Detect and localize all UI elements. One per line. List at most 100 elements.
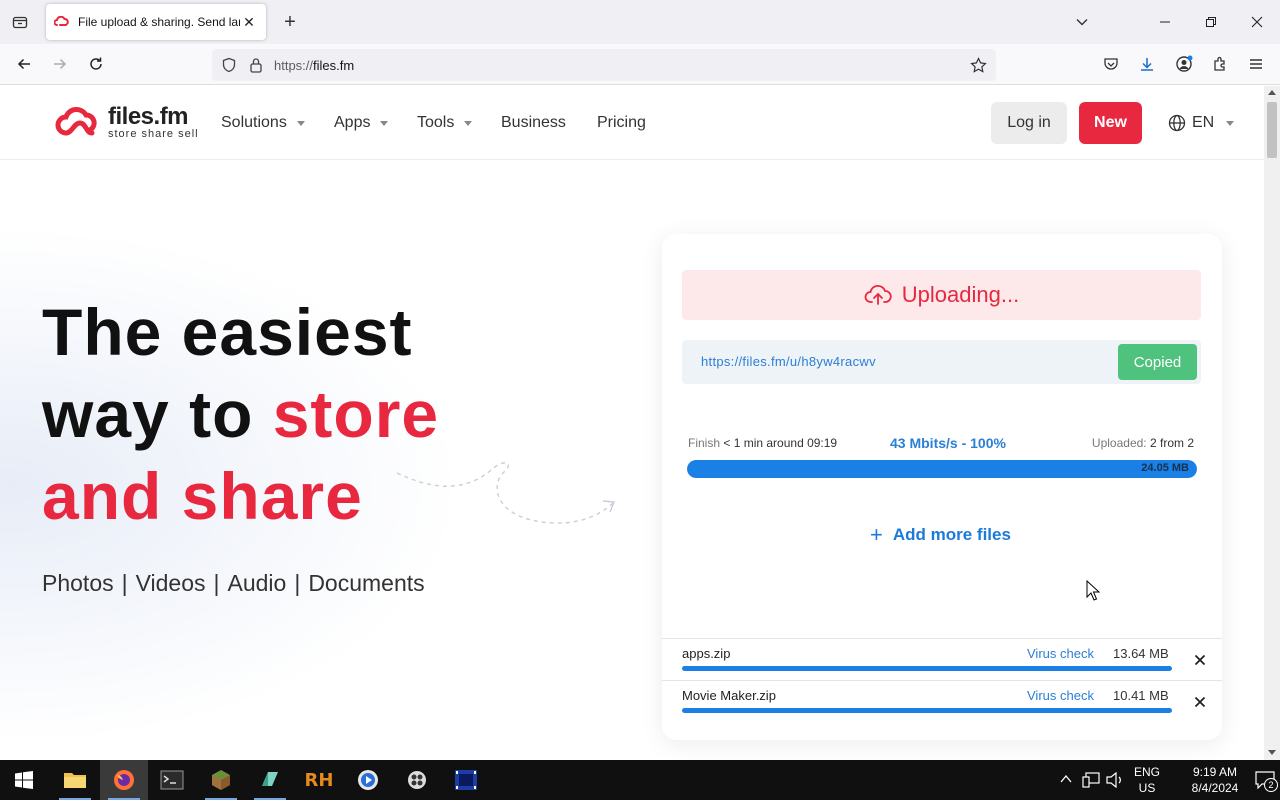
volume-icon[interactable] (1106, 772, 1124, 788)
file-progress-bar (682, 666, 1172, 671)
type-photos: Photos (42, 570, 114, 596)
new-tab-icon[interactable]: + (279, 11, 301, 33)
scroll-down-icon[interactable] (1268, 750, 1276, 756)
hero-line-2: way to store (42, 377, 440, 451)
new-button[interactable]: New (1079, 102, 1142, 144)
upload-status-text: Uploading... (901, 282, 1020, 307)
firefox-icon[interactable] (100, 760, 148, 800)
tab-list-icon[interactable] (8, 10, 32, 34)
browser-nav-bar: https://files.fm (0, 44, 1280, 85)
network-icon[interactable] (1082, 772, 1100, 788)
input-language[interactable]: ENG US (1134, 764, 1160, 796)
back-icon[interactable] (12, 52, 36, 76)
type-videos: Videos (135, 570, 206, 596)
chevron-down-icon (1226, 120, 1235, 126)
chevron-down-icon (464, 120, 473, 126)
notification-badge: 2 (1264, 778, 1278, 792)
share-link-box: https://files.fm/u/h8yw4racwv Copied (682, 340, 1201, 384)
remove-file-icon[interactable] (1192, 694, 1208, 710)
type-audio: Audio (227, 570, 287, 596)
start-windows-icon[interactable] (0, 760, 48, 800)
uploaded-count: Uploaded: 2 from 2 (1091, 436, 1194, 450)
url-text: https://files.fm (274, 57, 355, 73)
remove-file-icon[interactable] (1192, 652, 1208, 668)
file-row: Movie Maker.zip Virus check 10.41 MB (662, 680, 1222, 722)
file-progress-bar (682, 708, 1172, 713)
show-hidden-icons-icon[interactable] (1060, 774, 1072, 784)
video-editor-icon[interactable] (393, 760, 441, 800)
downloads-icon[interactable] (1135, 52, 1159, 76)
hero-line-1: The easiest (42, 295, 413, 369)
plus-icon: + (870, 522, 883, 547)
finish-estimate: Finish < 1 min around 09:19 (688, 436, 838, 450)
upload-card: Uploading... https://files.fm/u/h8yw4rac… (662, 234, 1222, 740)
tab-close-icon[interactable]: ✕ (240, 13, 258, 31)
bookmark-star-icon[interactable] (970, 57, 987, 79)
decorative-dashed-arrow (396, 462, 615, 524)
hero-file-types: Photos | Videos | Audio | Documents (42, 570, 425, 596)
globe-icon (1168, 114, 1186, 132)
terminal-icon[interactable] (148, 760, 196, 800)
share-link[interactable]: https://files.fm/u/h8yw4racwv (701, 354, 876, 369)
pocket-icon[interactable] (1099, 52, 1123, 76)
menu-business[interactable]: Business (501, 114, 566, 132)
menu-tools[interactable]: Tools (417, 114, 473, 132)
list-all-tabs-icon[interactable] (1070, 10, 1094, 34)
extensions-icon[interactable] (1208, 52, 1232, 76)
menu-pricing[interactable]: Pricing (597, 114, 646, 132)
page-scrollbar[interactable] (1264, 86, 1280, 760)
minecraft-block-icon[interactable] (197, 760, 245, 800)
tab-title: File upload & sharing. Send lar (78, 15, 240, 29)
windows-taskbar: RH ENG US 9:19 AM 8/4/2024 2 (0, 760, 1280, 800)
clock[interactable]: 9:19 AM 8/4/2024 (1180, 764, 1250, 796)
reload-icon[interactable] (84, 52, 108, 76)
copy-link-button[interactable]: Copied (1118, 344, 1197, 380)
virus-check-link[interactable]: Virus check (1027, 688, 1094, 703)
hero-line-3: and share (42, 459, 363, 533)
virus-check-link[interactable]: Virus check (1027, 646, 1094, 661)
tracking-protection-shield-icon[interactable] (221, 57, 237, 78)
resource-hacker-icon[interactable]: RH (295, 760, 343, 800)
close-window-icon[interactable] (1245, 10, 1269, 34)
login-button[interactable]: Log in (991, 102, 1067, 144)
menu-apps[interactable]: Apps (334, 114, 389, 132)
file-size: 10.41 MB (1113, 688, 1169, 703)
logo-name: files.fm (108, 103, 189, 130)
cloud-upload-icon (864, 284, 892, 305)
chevron-down-icon (296, 120, 305, 126)
lock-icon[interactable] (249, 57, 263, 78)
file-explorer-icon[interactable] (51, 760, 99, 800)
upload-status-banner: Uploading... (682, 270, 1201, 320)
account-icon[interactable] (1172, 52, 1196, 76)
total-size: 24.05 MB (1141, 462, 1189, 474)
app-tile-icon[interactable] (246, 760, 294, 800)
site-header: files.fm store share sell Solutions Apps… (0, 86, 1264, 160)
site-logo[interactable]: files.fm store share sell (52, 105, 199, 141)
app-menu-icon[interactable] (1244, 52, 1268, 76)
upload-speed: 43 Mbits/s - 100% (890, 435, 1006, 451)
total-progress-bar: 24.05 MB (687, 460, 1197, 478)
file-name: Movie Maker.zip (682, 688, 776, 703)
scrollbar-thumb[interactable] (1267, 102, 1277, 158)
file-row: apps.zip Virus check 13.64 MB (662, 638, 1222, 680)
movie-maker-icon[interactable] (442, 760, 490, 800)
restore-icon[interactable] (1199, 10, 1223, 34)
language-selector[interactable]: EN (1168, 114, 1235, 132)
web-page: files.fm store share sell Solutions Apps… (0, 86, 1264, 760)
clock-time: 9:19 AM (1192, 765, 1238, 779)
media-player-icon[interactable] (344, 760, 392, 800)
forward-icon[interactable] (48, 52, 72, 76)
cloud-logo-icon (55, 107, 97, 136)
notifications-icon[interactable]: 2 (1250, 760, 1280, 800)
address-bar[interactable]: https://files.fm (212, 49, 996, 81)
language-code: EN (1192, 114, 1215, 131)
scroll-up-icon[interactable] (1268, 89, 1276, 95)
add-more-files-button[interactable]: + Add more files (870, 522, 1011, 548)
browser-tab[interactable]: File upload & sharing. Send lar ✕ (46, 4, 266, 40)
files-fm-favicon-icon (54, 14, 70, 30)
menu-solutions[interactable]: Solutions (221, 114, 305, 132)
minimize-icon[interactable] (1153, 10, 1177, 34)
clock-date: 8/4/2024 (1191, 781, 1239, 795)
file-size: 13.64 MB (1113, 646, 1169, 661)
total-progress-fill: 24.05 MB (687, 460, 1197, 478)
